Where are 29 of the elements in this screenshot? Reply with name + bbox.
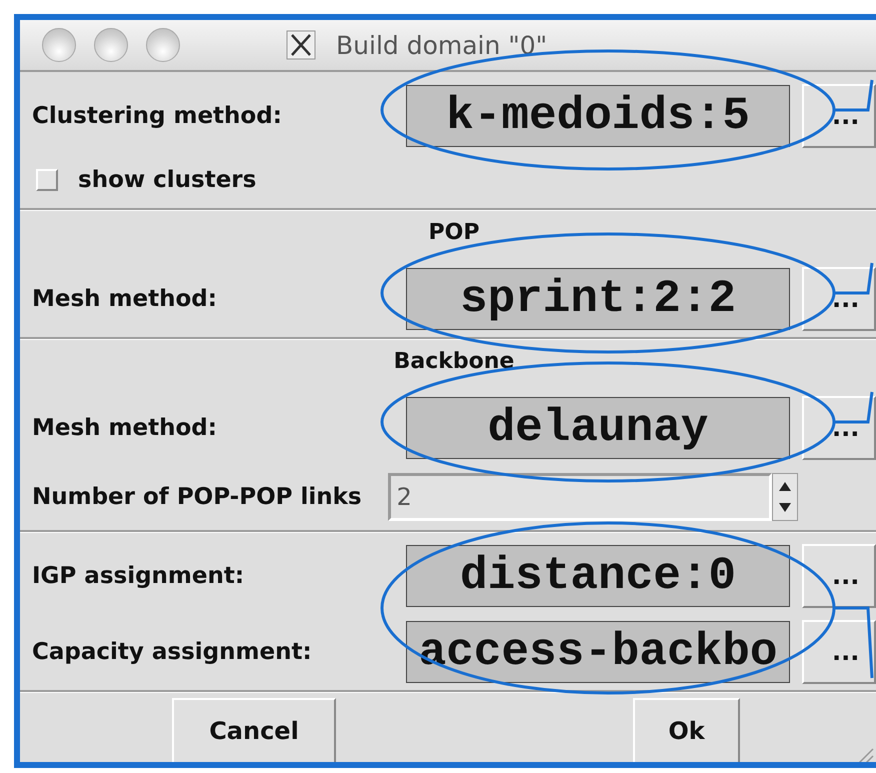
value-field[interactable]: sprint:2:2 xyxy=(406,268,790,330)
section-heading: POP xyxy=(428,220,480,245)
value-field[interactable]: distance:0 xyxy=(406,545,790,607)
dialog-button[interactable]: Ok xyxy=(633,698,740,762)
field-label: Capacity assignment: xyxy=(32,639,313,665)
browse-button[interactable]: ... xyxy=(802,84,876,148)
value-field[interactable]: access-backbo xyxy=(406,621,790,683)
window-control-button[interactable] xyxy=(94,28,128,62)
browse-button[interactable]: ... xyxy=(802,396,876,460)
browse-button[interactable]: ... xyxy=(802,544,876,608)
field-label: Clustering method: xyxy=(32,103,283,129)
window-title: Build domain "0" xyxy=(336,30,548,60)
section-heading: Backbone xyxy=(394,349,514,374)
window-control-button[interactable] xyxy=(146,28,180,62)
checkbox[interactable] xyxy=(36,169,58,191)
value-field[interactable]: delaunay xyxy=(406,397,790,459)
number-field[interactable]: 2 xyxy=(388,473,772,521)
field-label: IGP assignment: xyxy=(32,563,246,589)
value-field[interactable]: k-medoids:5 xyxy=(406,85,790,147)
x-icon xyxy=(286,30,316,60)
field-label: Number of POP-POP links xyxy=(32,484,362,510)
spinner-icon[interactable] xyxy=(772,473,798,521)
browse-button[interactable]: ... xyxy=(802,620,876,684)
dialog-button[interactable]: Cancel xyxy=(172,698,336,762)
field-label: Mesh method: xyxy=(32,286,218,312)
window-control-button[interactable] xyxy=(42,28,76,62)
field-label: Mesh method: xyxy=(32,415,218,441)
browse-button[interactable]: ... xyxy=(802,267,876,331)
checkbox-label: show clusters xyxy=(78,167,256,193)
